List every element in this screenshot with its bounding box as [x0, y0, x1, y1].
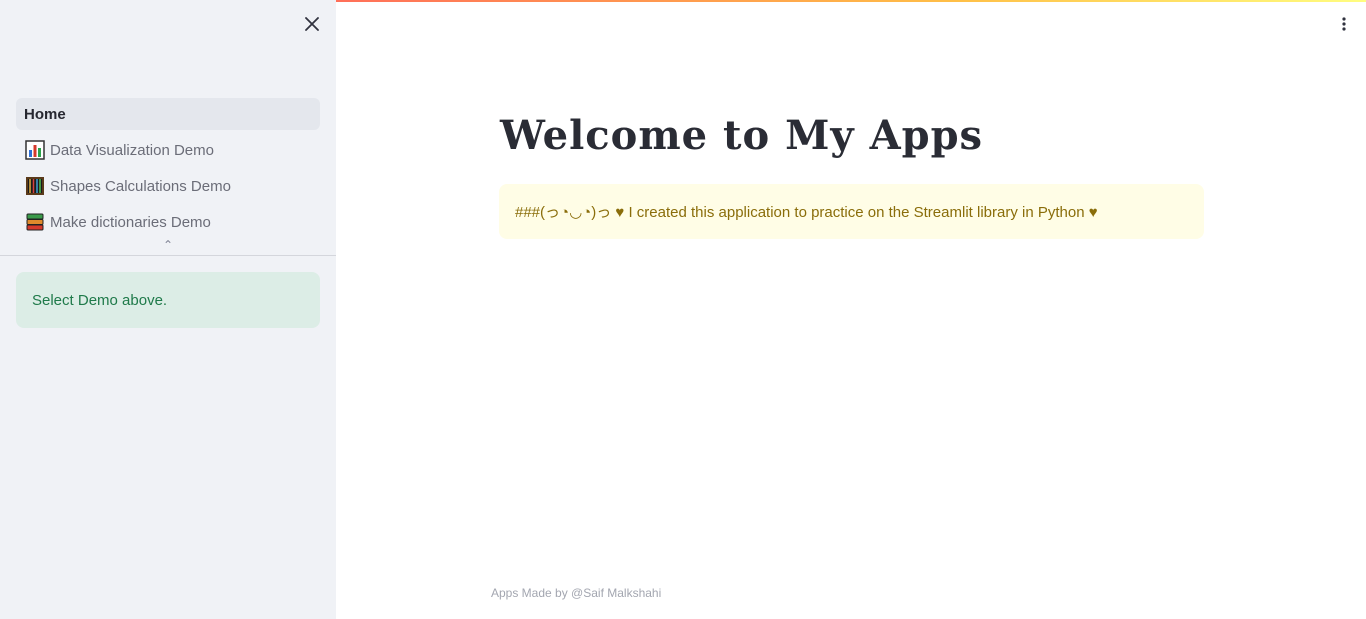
- header-decoration: [336, 0, 1366, 2]
- chevron-up-icon[interactable]: ⌃: [158, 238, 178, 252]
- sidebar-divider: [0, 255, 336, 256]
- main-menu-button[interactable]: [1334, 14, 1354, 34]
- sidebar-item-label: Make dictionaries Demo: [50, 213, 211, 231]
- more-vertical-icon: [1342, 17, 1346, 31]
- page-title: Welcome to My Apps: [500, 112, 984, 159]
- info-alert: ###(っ◔◡◔)っ ♥ I created this application …: [499, 184, 1204, 239]
- bar-chart-icon: [24, 139, 46, 161]
- close-sidebar-button[interactable]: [300, 12, 324, 36]
- abacus-icon: [24, 175, 46, 197]
- sidebar-item-home[interactable]: Home: [16, 98, 320, 130]
- sidebar-item-make-dictionaries[interactable]: Make dictionaries Demo: [16, 206, 320, 238]
- close-icon: [305, 17, 319, 31]
- footer-text: Apps Made by @Saif Malkshahi: [491, 586, 662, 600]
- success-alert: Select Demo above.: [16, 272, 320, 328]
- books-icon: [24, 211, 46, 233]
- success-alert-text: Select Demo above.: [32, 291, 168, 309]
- sidebar-item-label: Shapes Calculations Demo: [50, 177, 231, 195]
- sidebar-item-data-visualization[interactable]: Data Visualization Demo: [16, 134, 320, 166]
- sidebar: Home Data Visualization Demo Shapes Calc…: [0, 0, 336, 619]
- sidebar-item-label: Home: [24, 105, 66, 123]
- sidebar-nav: Home Data Visualization Demo Shapes Calc…: [16, 98, 320, 242]
- sidebar-item-shapes-calculations[interactable]: Shapes Calculations Demo: [16, 170, 320, 202]
- info-alert-text: ###(っ◔◡◔)っ ♥ I created this application …: [515, 204, 1098, 221]
- sidebar-item-label: Data Visualization Demo: [50, 141, 214, 159]
